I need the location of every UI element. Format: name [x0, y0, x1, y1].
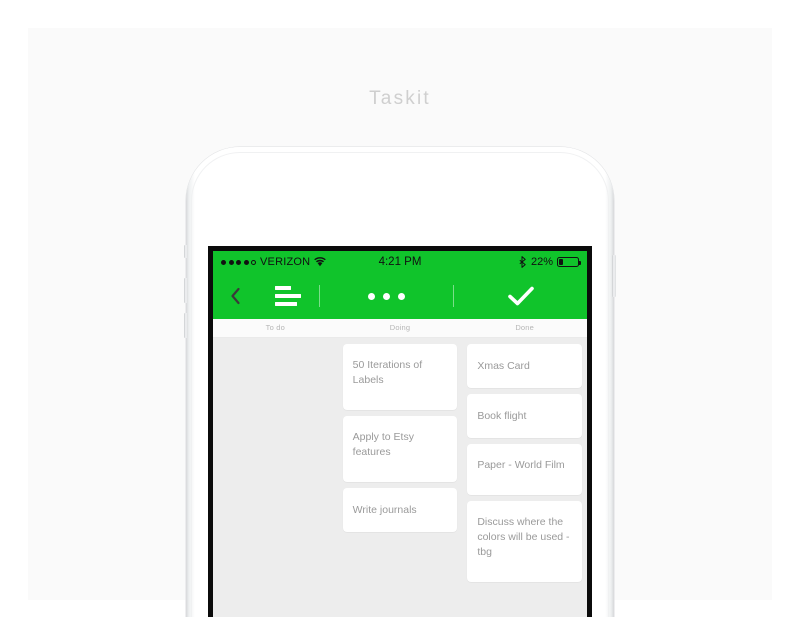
phone-screen: VERIZON 4:21 PM 22% To do Doing Done 50 … [213, 251, 587, 617]
task-card[interactable]: Write journals [342, 488, 458, 532]
chevron-left-icon [230, 287, 240, 305]
task-card[interactable]: Paper - World Film [467, 444, 583, 495]
battery-percent-label: 22% [530, 256, 553, 268]
confirm-button[interactable] [454, 273, 587, 319]
column-header-doing[interactable]: Doing [338, 319, 463, 337]
list-icon [275, 286, 301, 306]
column-todo[interactable] [213, 344, 338, 617]
signal-strength-icon [221, 259, 256, 265]
task-card[interactable]: Book flight [467, 394, 583, 438]
volume-down-button[interactable] [184, 313, 188, 338]
mute-switch[interactable] [184, 245, 188, 258]
power-button[interactable] [612, 255, 616, 297]
column-header-row: To do Doing Done [213, 319, 587, 338]
column-doing[interactable]: 50 Iterations of Labels Apply to Etsy fe… [338, 344, 463, 617]
volume-up-button[interactable] [184, 278, 188, 303]
ellipsis-icon [368, 292, 405, 300]
status-bar: VERIZON 4:21 PM 22% [213, 251, 587, 273]
battery-icon [557, 257, 581, 267]
column-header-todo[interactable]: To do [213, 319, 338, 337]
menu-button[interactable] [257, 273, 319, 319]
column-header-done[interactable]: Done [462, 319, 587, 337]
status-bar-right: 22% [519, 256, 581, 268]
nav-bar [213, 273, 587, 319]
column-done[interactable]: Xmas Card Book flight Paper - World Film… [462, 344, 587, 617]
task-card[interactable]: Xmas Card [467, 344, 583, 388]
iphone-mockup: VERIZON 4:21 PM 22% To do Doing Done 50 … [184, 147, 616, 617]
page-title: Taskit [369, 88, 431, 109]
checkmark-icon [507, 286, 534, 306]
task-board: 50 Iterations of Labels Apply to Etsy fe… [213, 338, 587, 617]
screen-frame: VERIZON 4:21 PM 22% To do Doing Done 50 … [208, 246, 592, 617]
status-bar-left: VERIZON [221, 256, 327, 268]
carrier-label: VERIZON [260, 256, 311, 268]
more-options-button[interactable] [320, 273, 453, 319]
task-card[interactable]: Discuss where the colors will be used -t… [467, 501, 583, 582]
back-button[interactable] [213, 273, 257, 319]
wifi-icon [314, 257, 327, 267]
page-canvas: Taskit VERIZON 4:21 PM 22% To do Doing D… [0, 0, 800, 617]
bluetooth-icon [519, 256, 526, 268]
task-card[interactable]: 50 Iterations of Labels [342, 344, 458, 410]
task-card[interactable]: Apply to Etsy features [342, 416, 458, 482]
